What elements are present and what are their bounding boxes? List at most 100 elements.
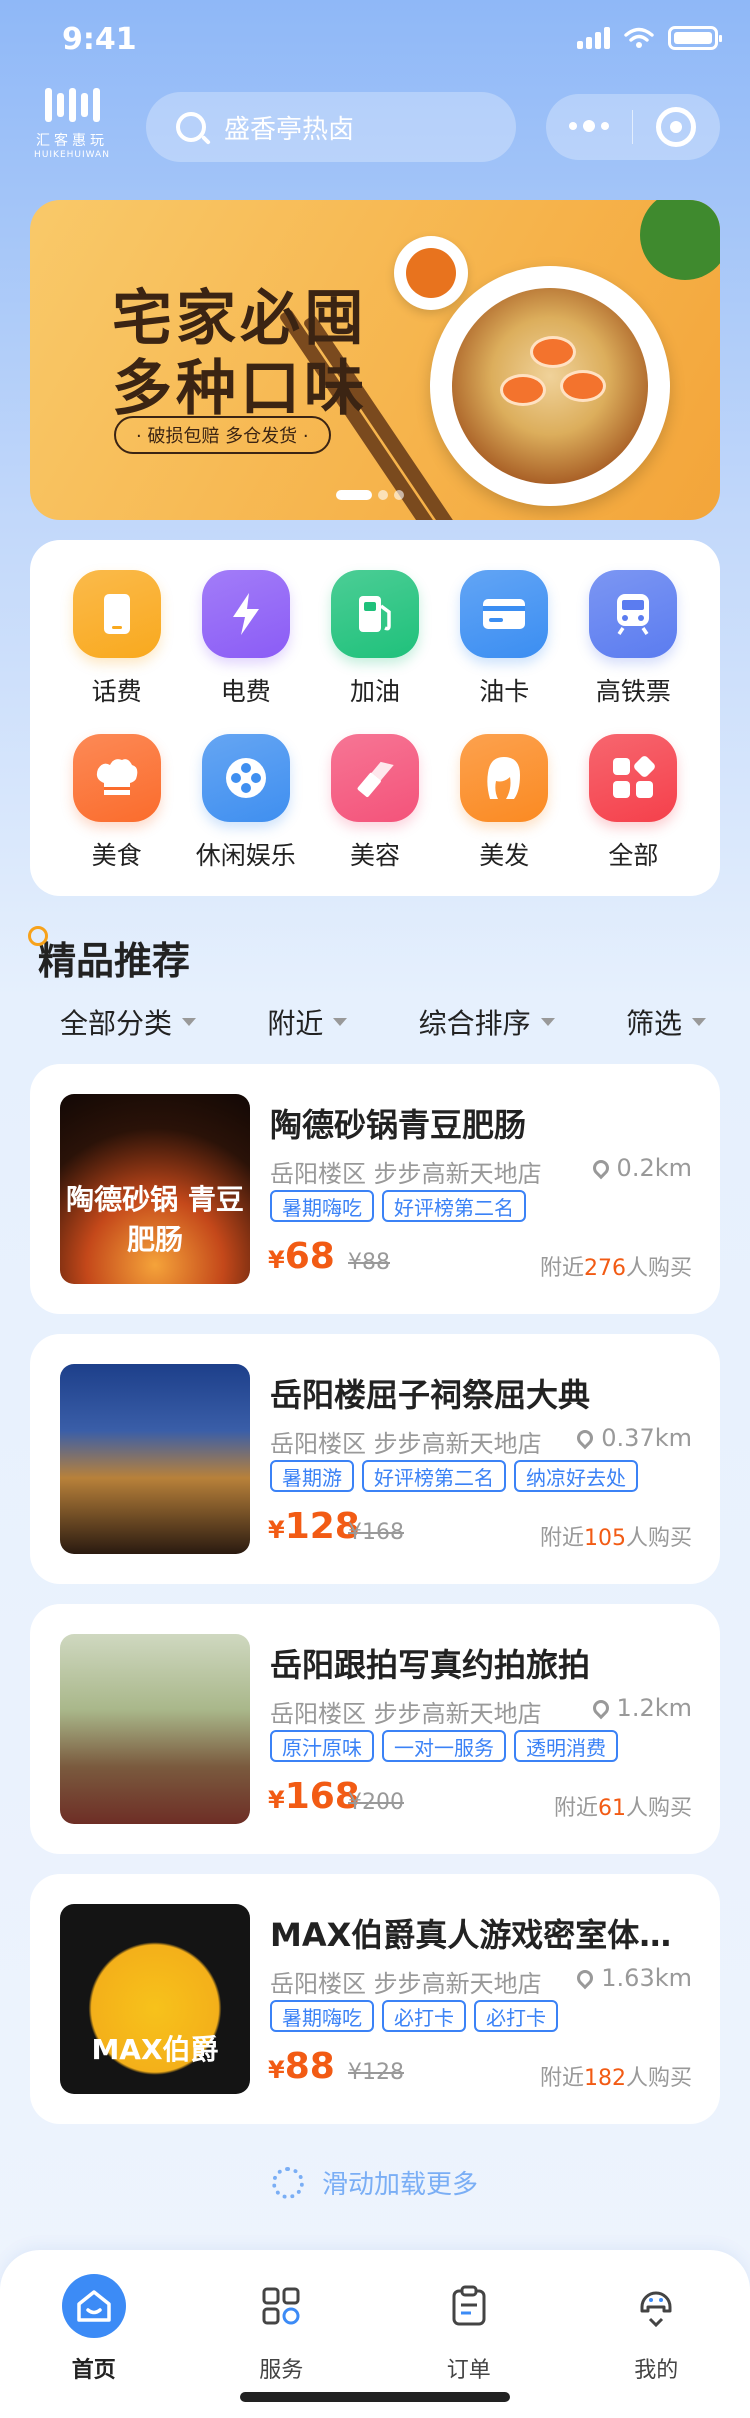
product-card[interactable]: 岳阳跟拍写真约拍旅拍 岳阳楼区 步步高新天地店 1.2km 原汁原味 一对一服务 透明消费…: [30, 1604, 720, 1854]
profile-icon: [624, 2274, 688, 2338]
product-original-price: ¥168: [348, 1520, 404, 1545]
product-thumbnail[interactable]: 陶德砂锅 青豆肥肠: [60, 1094, 250, 1284]
train-icon: [589, 570, 678, 658]
product-tag: 纳凉好去处: [514, 1460, 638, 1492]
logo-chinese-name: 汇客惠玩: [36, 133, 108, 149]
product-tag: 必打卡: [382, 2000, 466, 2032]
category-item[interactable]: 美发: [440, 734, 569, 872]
filter-sort[interactable]: 综合排序: [419, 998, 555, 1046]
filter-nearby[interactable]: 附近: [267, 998, 347, 1046]
close-miniprogram-button[interactable]: [633, 107, 719, 147]
product-thumbnail[interactable]: [60, 1364, 250, 1554]
noodle-bowl-image: [430, 266, 670, 506]
distance-text: 1.2km: [616, 1694, 692, 1722]
film-reel-icon: [201, 734, 290, 822]
product-distance: 0.37km: [573, 1424, 692, 1452]
chef-hat-icon: [72, 734, 161, 822]
status-bar: 9:41: [0, 0, 750, 84]
product-tag: 一对一服务: [382, 1730, 506, 1762]
category-label: 美发: [479, 841, 530, 870]
product-tag: 原汁原味: [270, 1730, 374, 1762]
product-price: ¥88: [268, 2046, 335, 2087]
status-icons: [577, 26, 722, 50]
sold-suffix: 人购买: [625, 1796, 692, 1821]
sauce-bowl-image: [394, 236, 468, 310]
more-options-button[interactable]: [546, 120, 632, 132]
product-thumbnail[interactable]: MAX伯爵: [60, 1904, 250, 2094]
product-card[interactable]: 陶德砂锅 青豆肥肠 陶德砂锅青豆肥肠 岳阳楼区 步步高新天地店 0.2km 暑期嗨吃 好评…: [30, 1064, 720, 1314]
product-original-price: ¥128: [348, 2060, 404, 2085]
search-icon: [176, 112, 206, 142]
sold-number: 61: [597, 1796, 626, 1821]
price-value: 68: [284, 1236, 335, 1277]
sold-number: 276: [583, 1256, 626, 1281]
banner-dot[interactable]: [378, 490, 388, 500]
filter-category[interactable]: 全部分类: [60, 998, 196, 1046]
promo-banner[interactable]: 宅家必囤 多种口味 · 破损包赔 多仓发货 ·: [30, 200, 720, 520]
product-tag: 暑期嗨吃: [270, 2000, 374, 2032]
tab-services[interactable]: 服务: [188, 2274, 376, 2384]
fuel-pump-icon: [330, 570, 419, 658]
product-tags: 暑期嗨吃 好评榜第二名: [270, 1190, 526, 1222]
orders-icon: [437, 2274, 501, 2338]
filter-screen[interactable]: 筛选: [626, 998, 706, 1046]
status-time: 9:41: [62, 22, 137, 57]
product-original-price: ¥200: [348, 1790, 404, 1815]
location-pin-icon: [589, 1156, 612, 1180]
category-label: 美容: [349, 841, 400, 870]
price-value: 88: [284, 2046, 335, 2087]
sold-suffix: 人购买: [625, 1526, 692, 1551]
product-original-price: ¥88: [348, 1250, 390, 1275]
location-pin-icon: [573, 1966, 597, 1990]
product-tag: 好评榜第二名: [382, 1190, 526, 1222]
category-item[interactable]: 加油: [310, 570, 439, 708]
product-sold-count: 附近182人购买: [540, 2060, 692, 2092]
product-card[interactable]: 岳阳楼屈子祠祭屈大典 岳阳楼区 步步高新天地店 0.37km 暑期游 好评榜第二名 纳凉好…: [30, 1334, 720, 1584]
banner-dot[interactable]: [394, 490, 404, 500]
currency-symbol: ¥: [268, 2056, 285, 2084]
product-address: 岳阳楼区 步步高新天地店: [270, 1700, 542, 1728]
category-label: 高铁票: [595, 677, 671, 706]
product-title: 岳阳跟拍写真约拍旅拍: [270, 1646, 591, 1684]
signal-icon: [577, 27, 610, 49]
filter-bar: 全部分类 附近 综合排序 筛选: [30, 998, 720, 1046]
search-input[interactable]: 盛香亭热卤: [224, 109, 354, 146]
sold-suffix: 人购买: [625, 2066, 692, 2091]
category-item[interactable]: 全部: [569, 734, 698, 872]
logo-mark-icon: [42, 88, 102, 124]
category-item[interactable]: 油卡: [440, 570, 569, 708]
category-item[interactable]: 休闲娱乐: [181, 734, 310, 872]
shrimp-image: [530, 336, 576, 368]
product-address: 岳阳楼区 步步高新天地店: [270, 1430, 542, 1458]
tab-label: 订单: [446, 2358, 491, 2383]
app-logo: 汇客惠玩 HUIKEHUIWAN: [24, 88, 120, 168]
tab-orders[interactable]: 订单: [375, 2274, 563, 2384]
thumbnail-text: 陶德砂锅 青豆肥肠: [66, 1183, 244, 1256]
category-item[interactable]: 美容: [310, 734, 439, 872]
product-thumbnail[interactable]: [60, 1634, 250, 1824]
grid-all-icon: [589, 734, 678, 822]
category-label: 电费: [220, 677, 271, 706]
category-label: 休闲娱乐: [195, 841, 296, 870]
hair-icon: [460, 734, 549, 822]
currency-symbol: ¥: [268, 1246, 285, 1274]
product-sold-count: 附近105人购买: [540, 1520, 692, 1552]
product-title: MAX伯爵真人游戏密室体验馆: [270, 1916, 690, 1954]
category-item[interactable]: 电费: [181, 570, 310, 708]
shrimp-image: [560, 370, 606, 402]
distance-text: 1.63km: [601, 1964, 692, 1992]
herb-decoration: [640, 200, 720, 280]
category-item[interactable]: 美食: [52, 734, 181, 872]
product-card[interactable]: MAX伯爵 MAX伯爵真人游戏密室体验馆 岳阳楼区 步步高新天地店 1.63km 暑期嗨…: [30, 1874, 720, 2124]
search-bar[interactable]: 盛香亭热卤: [146, 92, 516, 162]
tab-profile[interactable]: 我的: [563, 2274, 750, 2384]
home-indicator: [240, 2392, 510, 2402]
category-item[interactable]: 高铁票: [569, 570, 698, 708]
mini-program-capsule: [546, 94, 720, 160]
banner-dot[interactable]: [336, 490, 372, 500]
tab-home[interactable]: 首页: [0, 2274, 188, 2384]
tab-label: 首页: [71, 2358, 116, 2383]
card-icon: [460, 570, 549, 658]
category-item[interactable]: 话费: [52, 570, 181, 708]
category-label: 美食: [91, 841, 142, 870]
